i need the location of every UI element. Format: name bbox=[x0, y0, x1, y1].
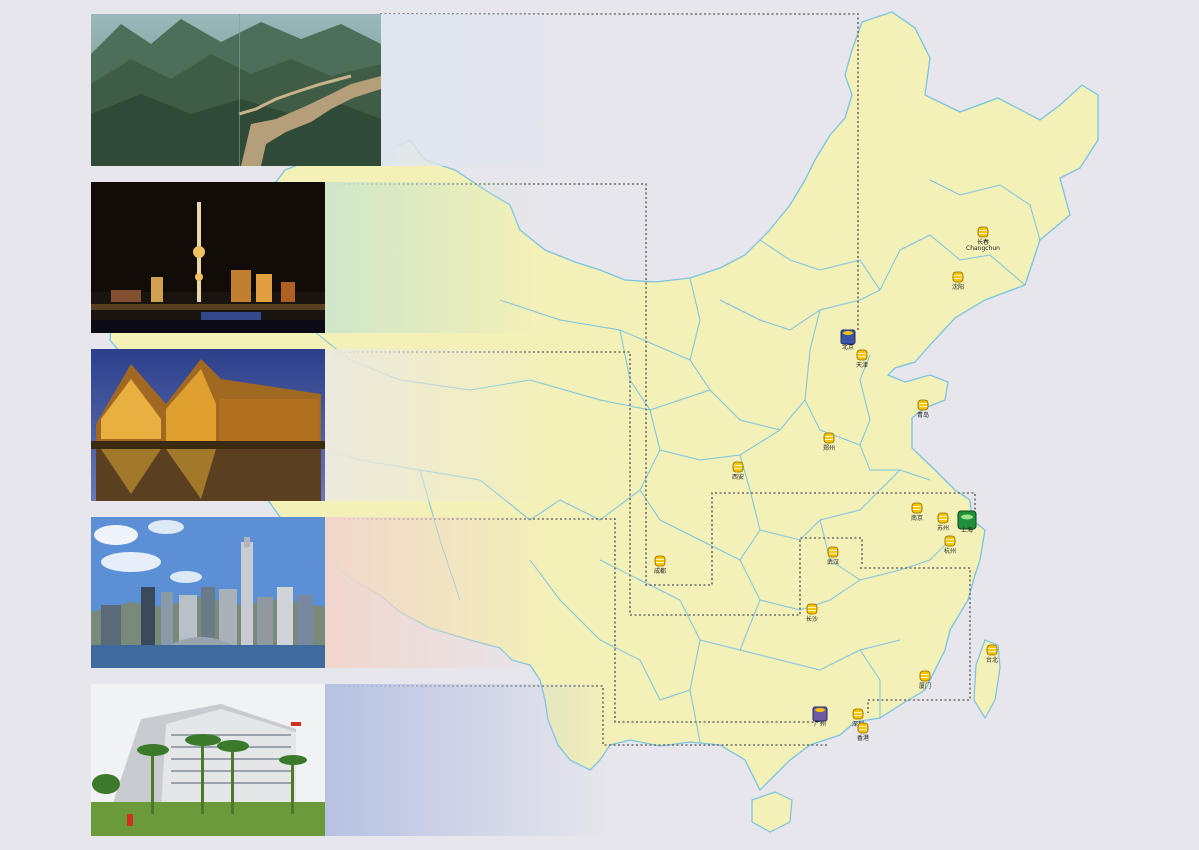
database-icon bbox=[944, 535, 956, 547]
city-marker-10[interactable]: 杭州 bbox=[944, 535, 956, 555]
database-icon bbox=[937, 512, 949, 524]
photo-modern-office-building bbox=[91, 684, 325, 836]
database-icon bbox=[977, 226, 989, 238]
map-stage: 长春 Changchun 沈阳 北京 天津 青岛 郑州 西安 南京 苏州 上海 杭州 成都 武汉 长沙 厦门台… bbox=[0, 0, 1199, 850]
city-marker-1[interactable]: 沈阳 bbox=[952, 271, 964, 291]
fade-band-3 bbox=[325, 349, 550, 501]
city-marker-3[interactable]: 天津 bbox=[856, 349, 868, 369]
city-marker-4[interactable]: 青岛 bbox=[917, 399, 929, 419]
photo-lit-building-reflection bbox=[91, 349, 325, 501]
city-marker-11[interactable]: 成都 bbox=[654, 555, 666, 575]
city-label: 青岛 bbox=[917, 411, 929, 419]
fade-band-5 bbox=[325, 684, 610, 836]
city-label: 长沙 bbox=[806, 615, 818, 623]
database-icon bbox=[806, 603, 818, 615]
database-icon bbox=[911, 502, 923, 514]
photo-shanghai-night-skyline bbox=[91, 182, 325, 333]
database-icon bbox=[857, 722, 869, 734]
database-icon bbox=[852, 708, 864, 720]
city-label: 苏州 bbox=[937, 524, 949, 532]
city-label: 台北 bbox=[986, 656, 998, 664]
fade-band-4 bbox=[325, 517, 550, 668]
city-label: 南京 bbox=[911, 514, 923, 522]
database-icon bbox=[823, 432, 835, 444]
city-label: 杭州 bbox=[944, 547, 956, 555]
city-marker-12[interactable]: 武汉 bbox=[827, 546, 839, 566]
photo-hong-kong-skyline bbox=[91, 517, 325, 668]
city-marker-6[interactable]: 西安 bbox=[732, 461, 744, 481]
hainan-island bbox=[751, 791, 793, 833]
city-label: 广州 bbox=[814, 720, 826, 728]
city-sublabel: Changchun bbox=[966, 245, 1000, 252]
city-marker-13[interactable]: 长沙 bbox=[806, 603, 818, 623]
photo-great-wall bbox=[91, 14, 381, 166]
city-marker-7[interactable]: 南京 bbox=[911, 502, 923, 522]
city-marker-14[interactable]: 厦门 bbox=[919, 670, 931, 690]
city-label: 天津 bbox=[856, 362, 868, 369]
database-icon bbox=[827, 546, 839, 558]
city-marker-16[interactable]: 广州 bbox=[812, 706, 828, 728]
city-label: 西安 bbox=[732, 473, 744, 481]
city-label: 北京 bbox=[842, 343, 854, 351]
city-marker-2[interactable]: 北京 bbox=[840, 329, 856, 351]
database-icon bbox=[654, 555, 666, 567]
city-marker-18[interactable]: 香港 bbox=[857, 722, 869, 742]
city-label: 郑州 bbox=[823, 444, 835, 452]
database-icon bbox=[732, 461, 744, 473]
database-icon bbox=[952, 271, 964, 283]
city-marker-15[interactable]: 台北 bbox=[986, 644, 998, 664]
city-marker-5[interactable]: 郑州 bbox=[823, 432, 835, 452]
city-label: 武汉 bbox=[827, 558, 839, 566]
city-marker-8[interactable]: 苏州 bbox=[937, 512, 949, 532]
database-icon bbox=[856, 349, 868, 361]
city-label: 上海 bbox=[961, 526, 973, 534]
database-icon bbox=[986, 644, 998, 656]
fade-band-2 bbox=[325, 182, 535, 333]
city-label: 沈阳 bbox=[952, 283, 964, 291]
city-label: 成都 bbox=[654, 567, 666, 575]
fade-band-1 bbox=[378, 14, 588, 166]
city-label: 香港 bbox=[857, 734, 869, 742]
city-label: 厦门 bbox=[919, 682, 931, 690]
database-icon bbox=[919, 670, 931, 682]
database-icon bbox=[917, 399, 929, 411]
